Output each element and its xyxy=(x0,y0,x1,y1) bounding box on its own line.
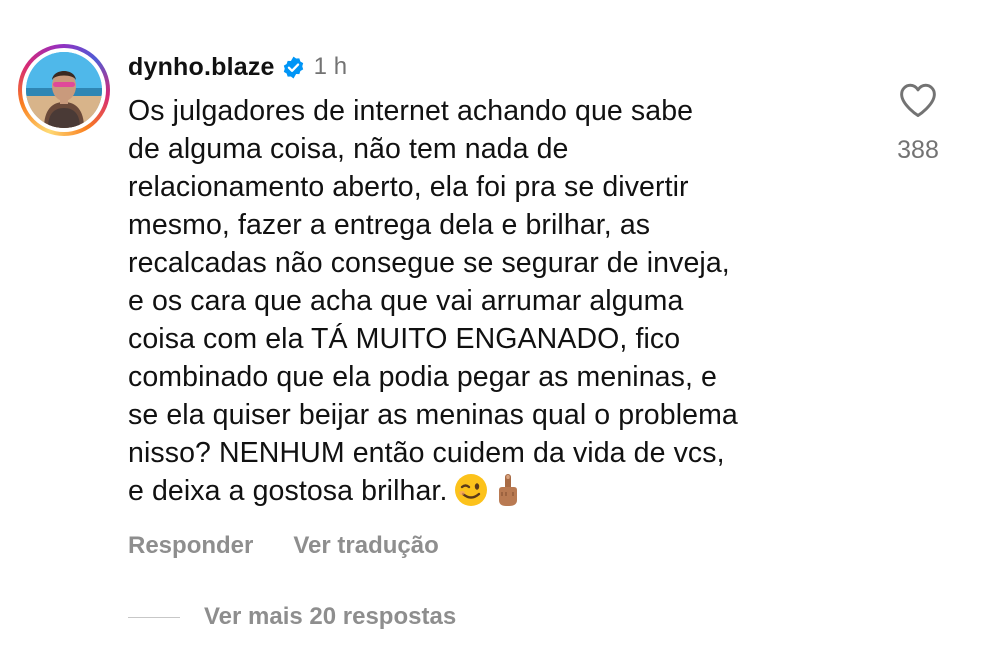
view-more-replies-label: Ver mais 20 respostas xyxy=(204,603,457,630)
comment: dynho.blaze 1 h Os julgadores de interne… xyxy=(0,0,984,654)
comment-text: Os julgadores de internet achando que sa… xyxy=(128,95,738,507)
winking-face-emoji-icon xyxy=(455,474,488,506)
story-ring[interactable] xyxy=(18,44,110,136)
like-section: 388 xyxy=(888,82,948,165)
view-more-replies-button[interactable]: Ver mais 20 respostas xyxy=(128,603,456,631)
see-translation-button[interactable]: Ver tradução xyxy=(293,532,438,560)
avatar-photo xyxy=(26,52,102,128)
comment-actions: Responder Ver tradução xyxy=(128,532,479,560)
like-count: 388 xyxy=(897,136,939,164)
comment-header: dynho.blaze 1 h xyxy=(128,50,347,84)
middle-finger-emoji-icon xyxy=(499,474,518,506)
comment-body: Os julgadores de internet achando que sa… xyxy=(128,92,868,510)
reply-button[interactable]: Responder xyxy=(128,532,253,560)
username[interactable]: dynho.blaze xyxy=(128,53,275,82)
replies-divider xyxy=(128,616,180,618)
avatar[interactable] xyxy=(26,52,102,128)
verified-badge-icon xyxy=(283,56,303,78)
timestamp: 1 h xyxy=(313,53,348,80)
heart-outline-icon[interactable] xyxy=(898,82,938,118)
